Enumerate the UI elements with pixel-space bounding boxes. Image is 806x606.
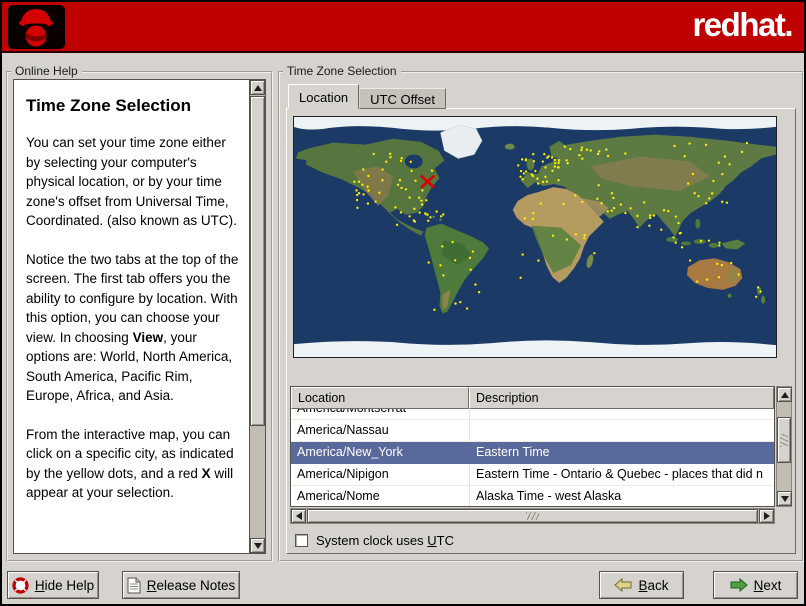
cell-location: America/Nipigon <box>291 464 469 485</box>
triangle-down-icon <box>781 496 789 502</box>
installer-window: redhat. Online Help Time Zone Selection … <box>0 0 806 606</box>
help-paragraph: From the interactive map, you can click … <box>26 425 243 503</box>
tab-row: Location UTC Offset <box>288 84 446 109</box>
help-paragraph: You can set your time zone either by sel… <box>26 133 243 231</box>
online-help-frame-label: Online Help <box>11 64 82 78</box>
next-label: Next <box>754 578 782 593</box>
tab-location[interactable]: Location <box>288 84 359 109</box>
table-row[interactable]: America/NipigonEastern Time - Ontario & … <box>291 464 774 486</box>
scrollbar-thumb[interactable] <box>307 509 758 523</box>
back-arrow-icon <box>614 578 632 592</box>
table-row[interactable]: America/Nassau <box>291 420 774 442</box>
release-notes-label: Release Notes <box>147 578 236 593</box>
cell-description <box>469 409 774 419</box>
grip-icon <box>526 512 539 520</box>
header-banner: redhat. <box>2 2 804 53</box>
scroll-up-button[interactable] <box>777 387 792 402</box>
help-content-box: Time Zone Selection You can set your tim… <box>13 79 266 554</box>
next-button[interactable]: Next <box>713 571 798 599</box>
cell-location: America/Montserrat <box>291 409 469 419</box>
timezone-table: Location Description America/MontserratA… <box>290 386 775 507</box>
table-header-row: Location Description <box>291 387 774 409</box>
back-label: Back <box>638 578 668 593</box>
utc-checkbox-row: System clock uses UTC <box>295 533 454 548</box>
scroll-right-button[interactable] <box>759 509 774 523</box>
table-row[interactable]: America/Montserrat <box>291 409 774 420</box>
table-vertical-scrollbar[interactable] <box>776 386 792 507</box>
timezone-frame: Time Zone Selection Location UTC Offset <box>278 71 804 562</box>
column-header-location[interactable]: Location <box>291 387 469 409</box>
help-text: Time Zone Selection You can set your tim… <box>14 80 249 553</box>
cell-description: Eastern Time - Ontario & Quebec - places… <box>469 464 774 485</box>
cell-description: Alaska Time - west Alaska <box>469 486 774 506</box>
tab-utc-offset[interactable]: UTC Offset <box>359 88 446 109</box>
release-notes-icon <box>127 577 141 594</box>
cell-location: America/Nassau <box>291 420 469 441</box>
help-icon <box>12 577 29 594</box>
triangle-left-icon <box>296 512 302 520</box>
utc-checkbox[interactable] <box>295 534 308 547</box>
scroll-up-button[interactable] <box>250 80 265 95</box>
triangle-up-icon <box>781 392 789 398</box>
help-title: Time Zone Selection <box>26 96 243 116</box>
triangle-right-icon <box>764 512 770 520</box>
table-row[interactable]: America/NomeAlaska Time - west Alaska <box>291 486 774 506</box>
table-viewport: America/MontserratAmerica/NassauAmerica/… <box>291 409 774 506</box>
next-arrow-icon <box>730 578 748 592</box>
world-map[interactable] <box>293 116 777 358</box>
grip-icon <box>780 434 788 447</box>
scroll-down-button[interactable] <box>250 538 265 553</box>
release-notes-button[interactable]: Release Notes <box>122 571 240 599</box>
back-button[interactable]: Back <box>599 571 684 599</box>
timezone-frame-label: Time Zone Selection <box>283 64 401 78</box>
scroll-down-button[interactable] <box>777 491 792 506</box>
cell-description <box>469 420 774 441</box>
scrollbar-thumb[interactable] <box>777 417 791 463</box>
column-header-description[interactable]: Description <box>469 387 774 409</box>
table-row[interactable]: America/New_YorkEastern Time <box>291 442 774 464</box>
help-paragraph: Notice the two tabs at the top of the sc… <box>26 250 243 406</box>
notebook-page: Location Description America/MontserratA… <box>286 108 796 554</box>
cell-location: America/Nome <box>291 486 469 506</box>
utc-checkbox-label: System clock uses UTC <box>316 533 454 548</box>
online-help-frame: Online Help Time Zone Selection You can … <box>6 71 273 562</box>
hide-help-label: Hide Help <box>35 578 94 593</box>
scrollbar-thumb[interactable] <box>250 96 265 426</box>
redhat-logo-icon <box>8 5 65 49</box>
cell-description: Eastern Time <box>469 442 774 463</box>
cell-location: America/New_York <box>291 442 469 463</box>
triangle-up-icon <box>254 85 262 91</box>
scroll-left-button[interactable] <box>291 509 306 523</box>
help-scrollbar[interactable] <box>249 80 265 553</box>
triangle-down-icon <box>254 543 262 549</box>
hide-help-button[interactable]: Hide Help <box>7 571 99 599</box>
brand-wordmark: redhat. <box>692 6 792 44</box>
table-horizontal-scrollbar[interactable] <box>290 508 775 524</box>
